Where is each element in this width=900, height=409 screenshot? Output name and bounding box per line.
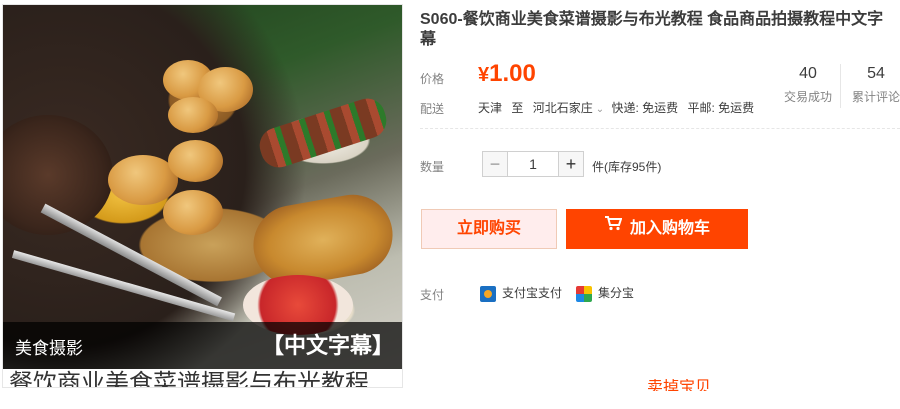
express-fee: 快递: 免运费 <box>611 101 679 115</box>
product-image: 美食摄影 【中文字幕】 餐饮商业美食菜谱摄影与布光教程 <box>2 4 403 388</box>
cut-off-red-text: 卖掉宝贝 <box>647 379 712 391</box>
fork-graphic <box>11 250 236 322</box>
quantity-input[interactable] <box>508 151 558 177</box>
product-title: S060-餐饮商业美食菜谱摄影与布光教程 食品商品拍摄教程中文字幕 <box>420 11 884 48</box>
jifenbao-label: 集分宝 <box>598 286 635 300</box>
reviews-label: 累计评论 <box>851 90 900 104</box>
mail-fee: 平邮: 免运费 <box>687 101 755 115</box>
shipping-label: 配送 <box>420 102 445 116</box>
reviews-count: 54 <box>867 65 885 82</box>
chevron-down-icon[interactable]: ⌄ <box>596 104 604 115</box>
kebab-graphic <box>255 93 391 173</box>
chicken-tray-graphic <box>247 188 399 292</box>
quantity-label: 数量 <box>420 160 445 174</box>
ship-from: 天津 <box>478 101 503 115</box>
shopping-cart-icon <box>604 207 623 247</box>
quantity-decrease-button[interactable]: − <box>482 151 508 177</box>
alipay-icon <box>480 285 496 302</box>
reviews-stat[interactable]: 54 累计评论 <box>846 62 900 105</box>
transactions-label: 交易成功 <box>783 90 832 104</box>
price-label: 价格 <box>420 72 445 86</box>
shipping-info: 天津 至 河北石家庄 ⌄ 快递: 免运费 平邮: 免运费 <box>478 99 760 116</box>
destination-select[interactable]: 河北石家庄 <box>533 101 593 115</box>
image-caption-left: 美食摄影 <box>15 339 83 358</box>
stats-divider <box>840 64 841 108</box>
sales-stats: 40 交易成功 54 累计评论 <box>774 62 900 114</box>
image-caption-right: 【中文字幕】 <box>261 333 394 358</box>
add-to-cart-label: 加入购物车 <box>629 220 710 237</box>
alipay-option[interactable]: 支付宝支付 <box>480 284 562 302</box>
transactions-count: 40 <box>799 65 817 82</box>
currency-symbol: ¥ <box>478 64 490 86</box>
quantity-increase-button[interactable]: + <box>558 151 584 177</box>
divider <box>420 128 900 129</box>
payment-label: 支付 <box>420 288 445 302</box>
burger-graphic <box>163 190 223 235</box>
jifenbao-icon <box>576 285 592 302</box>
price-value: ¥1.00 <box>478 60 536 88</box>
buy-now-label: 立即购买 <box>456 220 521 237</box>
add-to-cart-button[interactable]: 加入购物车 <box>566 209 748 249</box>
alipay-label: 支付宝支付 <box>502 286 563 300</box>
transactions-stat[interactable]: 40 交易成功 <box>778 62 838 105</box>
burger-graphic <box>168 140 223 182</box>
price-amount: 1.00 <box>489 60 536 87</box>
ship-to-word: 至 <box>511 101 524 115</box>
stock-info: 件(库存95件) <box>592 160 662 174</box>
bread-roll-graphic <box>168 97 218 133</box>
jifenbao-option[interactable]: 集分宝 <box>576 284 634 302</box>
buy-now-button[interactable]: 立即购买 <box>421 209 557 249</box>
image-caption-bottom: 餐饮商业美食菜谱摄影与布光教程 <box>9 370 369 388</box>
